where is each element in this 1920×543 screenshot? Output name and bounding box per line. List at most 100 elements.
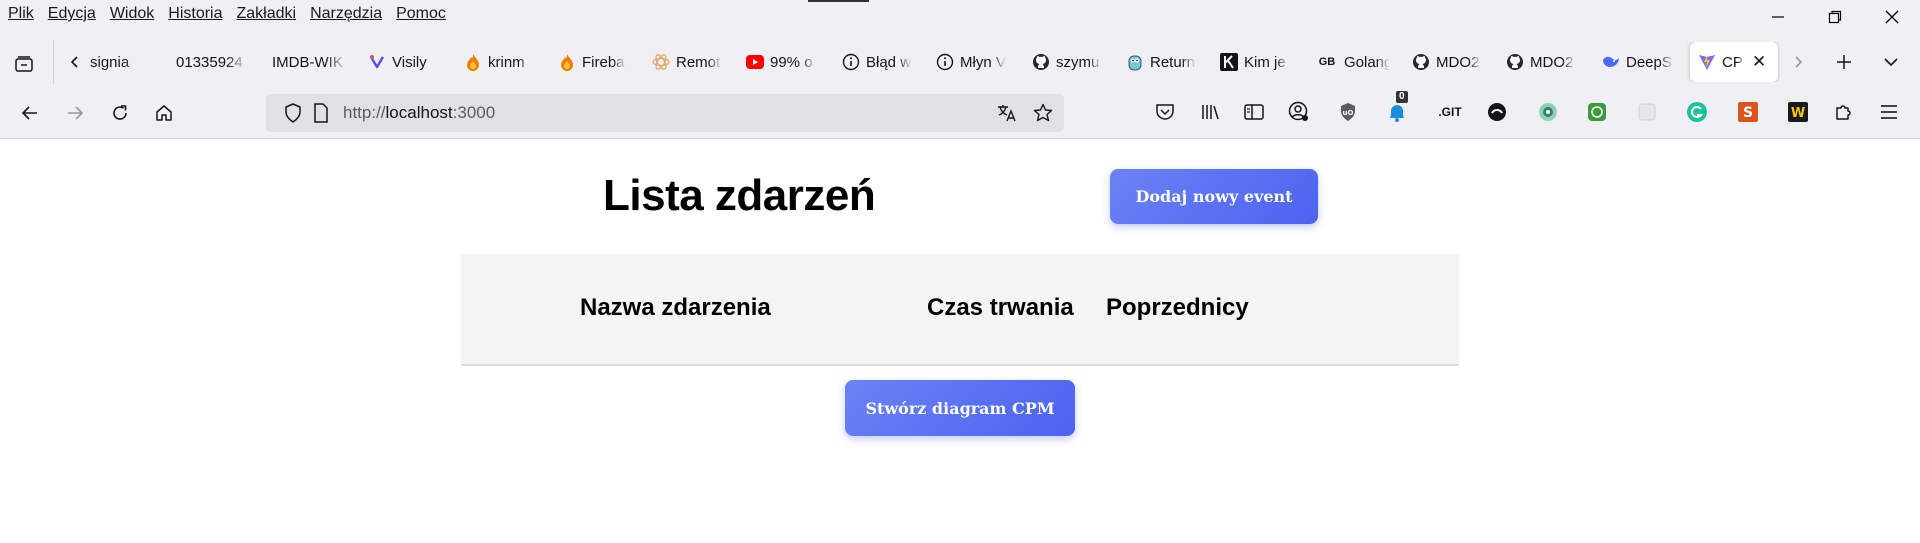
tab-remot[interactable]: Remot: [652, 42, 724, 82]
page-title: Lista zdarzeń: [603, 171, 876, 220]
deepseek-icon: [1602, 53, 1620, 71]
menu-narzedzia[interactable]: Narzędzia: [310, 0, 382, 28]
tab-label: CPM: [1722, 53, 1744, 71]
menu-historia[interactable]: Historia: [168, 0, 222, 28]
tab-label: Remot: [676, 53, 721, 71]
tab-visily[interactable]: Visily: [368, 42, 448, 82]
tab-scroll-right-button[interactable]: [1786, 50, 1810, 74]
tab-label: MDO2: [1436, 53, 1480, 71]
green-extension-icon[interactable]: [1584, 99, 1610, 125]
chevron-down-icon: [1884, 58, 1898, 67]
svg-text:S: S: [1743, 105, 1753, 121]
s-extension-icon[interactable]: S: [1735, 99, 1761, 125]
k-logo-icon: [1220, 53, 1238, 71]
account-icon[interactable]: [1286, 99, 1312, 125]
back-button[interactable]: [16, 99, 44, 127]
firebase-icon: [558, 53, 576, 71]
arrow-right-icon: [68, 106, 84, 120]
extension-badge: 0: [1396, 91, 1408, 103]
library-icon[interactable]: [1197, 99, 1223, 125]
tab-deepseek[interactable]: DeepS: [1602, 42, 1678, 82]
tab-mlyn[interactable]: Młyn V: [936, 42, 1008, 82]
sidebar-icon[interactable]: [1241, 99, 1267, 125]
tab-label: krinm: [488, 53, 525, 71]
menu-plik[interactable]: Plik: [8, 0, 34, 28]
plus-icon: [1837, 55, 1851, 69]
info-icon: [842, 53, 860, 71]
tab-imdb-wik[interactable]: IMDB-WIK: [272, 42, 348, 82]
url-text: http://localhost:3000: [343, 94, 495, 132]
add-event-button[interactable]: Dodaj nowy event: [1110, 169, 1318, 224]
tab-fireba[interactable]: Fireba: [558, 42, 628, 82]
git-extension-icon[interactable]: .GIT: [1435, 99, 1465, 125]
tab-cpm-active[interactable]: CPM ✕: [1690, 42, 1778, 82]
tab-bar: signia 01335924 IMDB-WIK Visily krinm Fi…: [0, 38, 1920, 86]
menu-zakladki[interactable]: Zakładki: [237, 0, 297, 28]
tab-krinm[interactable]: krinm: [464, 42, 534, 82]
chevron-right-icon: [1795, 56, 1803, 68]
w-extension-icon[interactable]: W: [1785, 99, 1811, 125]
menu-widok[interactable]: Widok: [110, 0, 154, 28]
url-suffix: :3000: [452, 103, 496, 122]
close-window-button[interactable]: [1863, 0, 1920, 34]
tab-label: MDO2: [1530, 53, 1574, 71]
tracking-protection-shield-icon[interactable]: [283, 103, 303, 123]
blank-extension-icon[interactable]: [1634, 99, 1660, 125]
grammarly-icon[interactable]: [1684, 99, 1710, 125]
title-bar: Plik Edycja Widok Historia Zakładki Narz…: [0, 0, 1920, 28]
tab-label: szymu: [1056, 53, 1100, 71]
list-all-tabs-button[interactable]: [1877, 48, 1905, 76]
create-cpm-diagram-button[interactable]: Stwórz diagram CPM: [845, 380, 1075, 436]
close-icon: [1885, 10, 1898, 24]
tab-scroll-left-button[interactable]: [63, 50, 87, 74]
vite-icon: [1698, 53, 1716, 71]
restore-icon: [1828, 10, 1841, 24]
extensions-puzzle-icon[interactable]: [1831, 99, 1857, 125]
tab-kim-je[interactable]: Kim je: [1220, 42, 1292, 82]
firefox-view-button[interactable]: [10, 50, 38, 78]
tab-szymu[interactable]: szymu: [1032, 42, 1104, 82]
menu-bar: Plik Edycja Widok Historia Zakładki Narz…: [0, 0, 460, 28]
tab-close-icon[interactable]: ✕: [1752, 52, 1766, 72]
new-tab-button[interactable]: [1830, 48, 1858, 76]
tab-youtube[interactable]: 99% o: [746, 42, 818, 82]
tab-01335924[interactable]: 01335924: [176, 42, 248, 82]
pocket-icon[interactable]: [1152, 99, 1178, 125]
github-icon: [1032, 53, 1050, 71]
menu-historia-label: Historia: [168, 5, 223, 22]
firebase-icon: [464, 53, 482, 71]
reload-button[interactable]: [106, 99, 134, 127]
home-button[interactable]: [150, 99, 178, 127]
visily-icon: [368, 53, 386, 71]
page-icon[interactable]: [311, 103, 331, 123]
url-host: localhost: [385, 103, 453, 122]
restore-button[interactable]: [1806, 0, 1863, 34]
tab-blad[interactable]: Błąd w: [842, 42, 914, 82]
tab-golang[interactable]: GB Golang: [1316, 42, 1390, 82]
extension-bell-icon[interactable]: 0: [1384, 91, 1410, 125]
menu-pomoc[interactable]: Pomoc: [396, 0, 446, 28]
menu-edycja-label: Edycja: [47, 5, 96, 22]
tab-return[interactable]: Return: [1126, 42, 1198, 82]
url-bar[interactable]: http://localhost:3000: [266, 94, 1064, 132]
tab-mdo2-1[interactable]: MDO2: [1412, 42, 1486, 82]
dark-reader-icon[interactable]: [1484, 99, 1510, 125]
hamburger-menu-icon[interactable]: [1876, 99, 1902, 125]
tab-label: 99% o: [770, 53, 813, 71]
translate-icon[interactable]: [997, 103, 1017, 123]
colorzilla-icon[interactable]: [1535, 99, 1561, 125]
tab-signia[interactable]: signia: [90, 42, 150, 82]
tab-mdo2-2[interactable]: MDO2: [1506, 42, 1580, 82]
column-header-duration: Czas trwania: [927, 294, 1074, 321]
menu-edycja[interactable]: Edycja: [48, 0, 96, 28]
bookmark-star-icon[interactable]: [1033, 103, 1053, 123]
menu-pomoc-label: Pomoc: [396, 5, 446, 22]
window-drag-indicator: [808, 0, 869, 2]
minimize-button[interactable]: [1749, 0, 1806, 34]
tab-label: 01335924: [176, 53, 243, 71]
tab-label: IMDB-WIK: [272, 53, 343, 71]
forward-button[interactable]: [61, 99, 89, 127]
home-icon: [156, 105, 172, 121]
ublock-shield-icon[interactable]: uO: [1335, 99, 1361, 125]
chevron-left-icon: [70, 56, 78, 68]
